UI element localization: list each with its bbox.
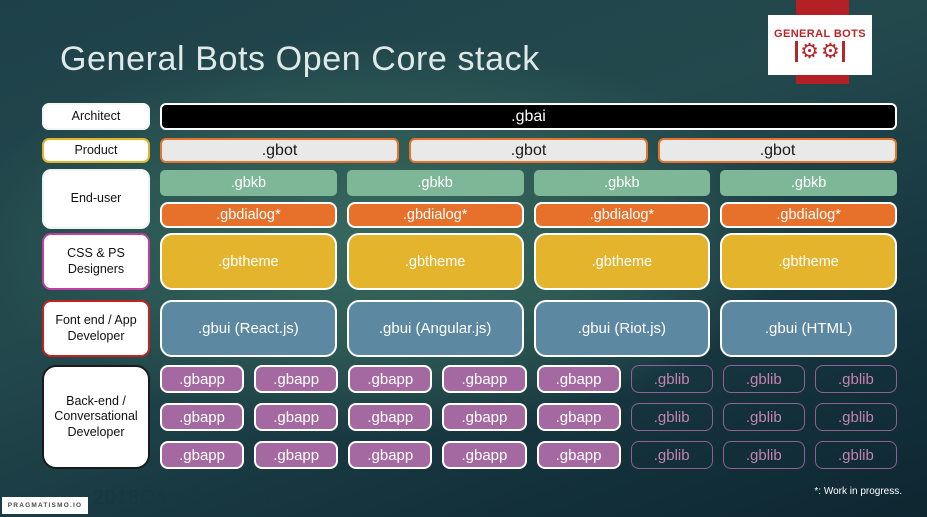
- gbapp-box: .gbapp: [254, 441, 339, 469]
- gbapp-box: .gbapp: [160, 403, 245, 431]
- work-in-progress-note: *: Work in progress.: [814, 486, 902, 497]
- pragmatismo-logo: PRAGMATISMO.IO: [2, 497, 88, 514]
- row-backend-1: .gbapp .gbapp .gbapp .gbapp .gbapp .gbli…: [160, 365, 897, 393]
- gbdialog-box: .gbdialog*: [533, 202, 711, 228]
- gbtheme-box: .gbtheme: [346, 233, 524, 290]
- row-backend-3: .gbapp .gbapp .gbapp .gbapp .gbapp .gbli…: [160, 441, 897, 469]
- row-gbdialog: .gbdialog* .gbdialog* .gbdialog* .gbdial…: [160, 202, 897, 228]
- label-front-end-app-developer: Font end / App Developer: [42, 300, 150, 357]
- label-product: Product: [42, 138, 150, 163]
- gbui-react-box: .gbui (React.js): [160, 300, 337, 357]
- gbapp-box: .gbapp: [536, 403, 621, 431]
- gbapp-box: .gbapp: [536, 441, 621, 469]
- label-text: Font end / App Developer: [55, 312, 137, 343]
- gblib-box: .gblib: [630, 441, 713, 469]
- gbapp-box: .gbapp: [348, 441, 433, 469]
- gblib-box: .gblib: [814, 365, 897, 393]
- gbdialog-box: .gbdialog*: [720, 202, 897, 228]
- gbapp-box: .gbapp: [160, 441, 245, 469]
- row-gbkb: .gbkb .gbkb .gbkb .gbkb: [160, 170, 897, 196]
- gbtheme-box: .gbtheme: [160, 233, 337, 290]
- label-text: Product: [74, 142, 118, 157]
- gbapp-box: .gbapp: [536, 365, 621, 393]
- gears-icon: ⚙ ⚙: [795, 41, 845, 62]
- gblib-box: .gblib: [814, 403, 897, 431]
- row-backend-2: .gbapp .gbapp .gbapp .gbapp .gbapp .gbli…: [160, 403, 897, 431]
- gbtheme-box: .gbtheme: [533, 233, 711, 290]
- gear-side-bar-icon: [795, 41, 799, 62]
- gbui-angular-box: .gbui (Angular.js): [346, 300, 524, 357]
- gear-icon: ⚙: [800, 40, 819, 63]
- gear-icon: ⚙: [821, 40, 840, 63]
- gbkb-box: .gbkb: [160, 170, 337, 196]
- logo-wordmark: GENERAL BOTS: [774, 28, 866, 40]
- label-text: CSS & PS Designers: [67, 245, 125, 276]
- gblib-box: .gblib: [722, 365, 805, 393]
- gbapp-box: .gbapp: [160, 365, 245, 393]
- gbkb-box: .gbkb: [346, 170, 524, 196]
- gbapp-box: .gbapp: [442, 403, 527, 431]
- gbkb-box: .gbkb: [720, 170, 897, 196]
- gbai-box: .gbai: [160, 103, 897, 130]
- gbtheme-box: .gbtheme: [720, 233, 897, 290]
- gbui-riot-box: .gbui (Riot.js): [533, 300, 711, 357]
- row-gbai: .gbai: [160, 103, 897, 130]
- label-text: Back-end / Conversational Developer: [54, 393, 138, 439]
- gblib-box: .gblib: [722, 441, 805, 469]
- gbot-box: .gbot: [409, 138, 648, 163]
- gbapp-box: .gbapp: [254, 365, 339, 393]
- footer-caption: 2018Q4 - Corporate: [93, 487, 280, 509]
- row-gbui: .gbui (React.js) .gbui (Angular.js) .gbu…: [160, 300, 897, 357]
- slide: General Bots Open Core stack GENERAL BOT…: [0, 0, 927, 517]
- gblib-box: .gblib: [630, 403, 713, 431]
- label-text: Architect: [71, 108, 121, 123]
- general-bots-logo: GENERAL BOTS ⚙ ⚙: [768, 15, 872, 75]
- gbui-html-box: .gbui (HTML): [720, 300, 897, 357]
- label-end-user: End-user: [42, 169, 150, 229]
- pragmatismo-logo-text: PRAGMATISMO.IO: [7, 502, 83, 509]
- gear-side-bar-icon: [841, 41, 845, 62]
- label-css-ps-designers: CSS & PS Designers: [42, 233, 150, 290]
- gbapp-box: .gbapp: [442, 441, 527, 469]
- gbot-box: .gbot: [160, 138, 399, 163]
- gbapp-box: .gbapp: [442, 365, 527, 393]
- gblib-box: .gblib: [814, 441, 897, 469]
- gbapp-box: .gbapp: [348, 365, 433, 393]
- gbapp-box: .gbapp: [254, 403, 339, 431]
- gblib-box: .gblib: [722, 403, 805, 431]
- gbdialog-box: .gbdialog*: [160, 202, 337, 228]
- gbdialog-box: .gbdialog*: [346, 202, 524, 228]
- gbapp-box: .gbapp: [348, 403, 433, 431]
- gbkb-box: .gbkb: [533, 170, 711, 196]
- label-architect: Architect: [42, 103, 150, 130]
- page-title: General Bots Open Core stack: [60, 40, 540, 78]
- gblib-box: .gblib: [630, 365, 713, 393]
- label-back-end-conversational-developer: Back-end / Conversational Developer: [42, 365, 150, 469]
- row-gbtheme: .gbtheme .gbtheme .gbtheme .gbtheme: [160, 233, 897, 290]
- row-gbot: .gbot .gbot .gbot: [160, 138, 897, 163]
- label-text: End-user: [70, 191, 122, 206]
- gbot-box: .gbot: [658, 138, 897, 163]
